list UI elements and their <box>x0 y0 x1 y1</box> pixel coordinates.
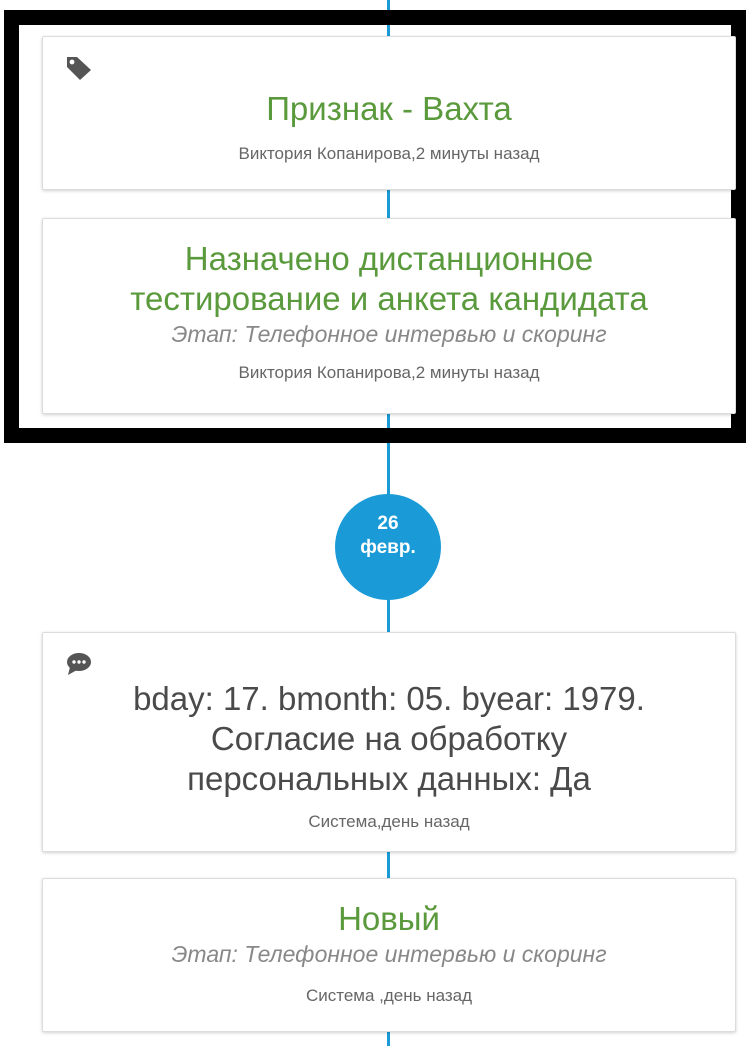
date-month: февр. <box>360 537 416 558</box>
event-comment-line: персональных данных: Да <box>187 760 591 797</box>
event-comment-line: Согласие на обработку <box>210 720 568 757</box>
event-meta: Виктория Копанирова,2 минуты назад <box>238 144 540 163</box>
event-title-line: Назначено дистанционное <box>184 240 594 277</box>
timeline-line <box>387 852 390 878</box>
event-title: Признак - Вахта <box>266 90 512 127</box>
event-title: Новый <box>338 900 440 937</box>
tag-icon <box>65 55 93 81</box>
timeline-line <box>387 1032 390 1046</box>
timeline-line <box>387 598 390 632</box>
event-title-line: тестирование и анкета кандидата <box>130 280 648 317</box>
event-card-new[interactable]: Новый Этап: Телефонное интервью и скорин… <box>42 878 736 1032</box>
comment-icon <box>65 651 93 677</box>
event-stage: Этап: Телефонное интервью и скоринг <box>171 321 607 347</box>
date-marker: 26 февр. <box>335 494 441 600</box>
event-card-tag[interactable]: Признак - Вахта Виктория Копанирова,2 ми… <box>42 36 736 190</box>
event-card-test[interactable]: Назначено дистанционное тестирование и а… <box>42 218 736 414</box>
date-day: 26 <box>377 513 399 534</box>
event-card-comment[interactable]: bday: 17. bmonth: 05. byear: 1979. Согла… <box>42 632 736 852</box>
event-comment-line: bday: 17. bmonth: 05. byear: 1979. <box>133 680 645 717</box>
event-meta: Виктория Копанирова,2 минуты назад <box>238 363 540 382</box>
event-meta: Система,день назад <box>308 812 470 831</box>
event-stage: Этап: Телефонное интервью и скоринг <box>171 941 607 967</box>
event-meta: Система ,день назад <box>305 986 473 1005</box>
